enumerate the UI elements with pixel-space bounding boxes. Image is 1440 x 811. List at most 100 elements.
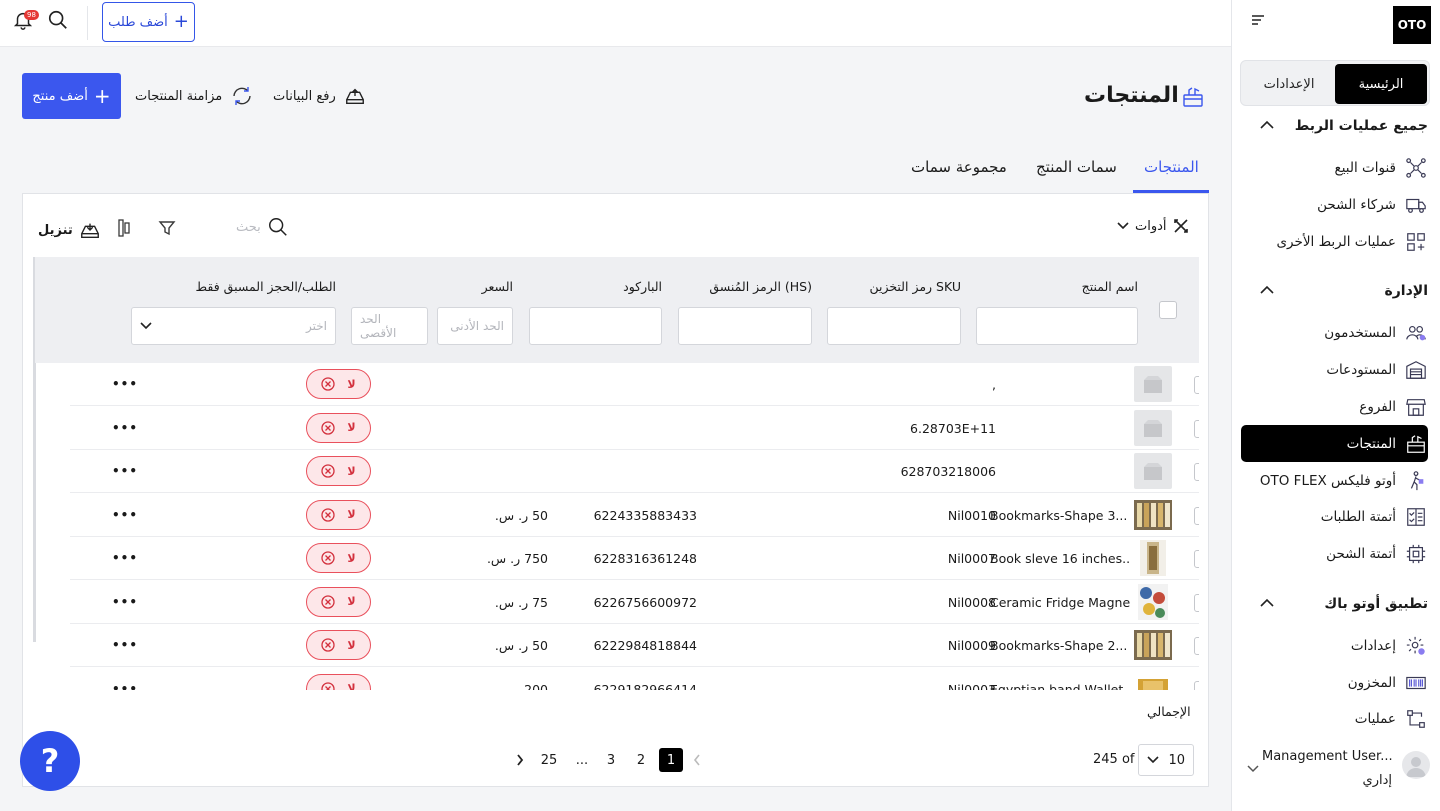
row-checkbox[interactable]: [1194, 550, 1199, 568]
tab-home[interactable]: الرئيسية: [1335, 64, 1427, 104]
per-page-select[interactable]: 10: [1138, 744, 1194, 776]
product-name-cell[interactable]: Bookmarks-Shape 2...: [990, 638, 1130, 653]
table-row[interactable]: Bookmarks-Shape 3... Nil0010 62243358834…: [70, 494, 1199, 537]
sku-filter-input[interactable]: [827, 307, 961, 345]
search-input[interactable]: بحث: [236, 220, 261, 235]
select-all-checkbox[interactable]: [1159, 301, 1177, 319]
product-thumbnail: [1134, 540, 1172, 576]
prev-page-button[interactable]: [685, 748, 709, 772]
tab-attribute-groups[interactable]: مجموعة سمات: [911, 158, 1007, 176]
add-product-button[interactable]: أضف منتج +: [22, 73, 121, 119]
table-row[interactable]: Bookmarks-Shape 2... Nil0009 62229848188…: [70, 624, 1199, 667]
sidebar-item-inventory[interactable]: المخزون: [1241, 664, 1428, 701]
header-hs: الرمز المُنسق (HS): [709, 279, 812, 294]
tab-settings[interactable]: الإعدادات: [1243, 64, 1335, 104]
row-actions-menu[interactable]: •••: [112, 421, 138, 435]
row-checkbox[interactable]: [1194, 463, 1199, 481]
tab-attributes[interactable]: سمات المنتج: [1036, 158, 1117, 176]
download-button[interactable]: تنزيل: [38, 219, 101, 241]
filter-icon[interactable]: [158, 219, 176, 237]
sync-products-button[interactable]: مزامنة المنتجات: [135, 84, 254, 108]
chevron-up-icon[interactable]: [1260, 120, 1274, 130]
next-page-button[interactable]: [508, 748, 532, 772]
sidebar-item-users[interactable]: المستخدمون: [1241, 314, 1428, 351]
row-actions-menu[interactable]: •••: [112, 682, 138, 691]
search-icon[interactable]: [47, 9, 69, 31]
row-checkbox[interactable]: [1194, 376, 1199, 394]
product-thumbnail: [1134, 409, 1172, 446]
row-actions-menu[interactable]: •••: [112, 508, 138, 522]
columns-icon[interactable]: [117, 219, 131, 237]
sidebar-item-products[interactable]: المنتجات: [1241, 425, 1428, 462]
row-actions-menu[interactable]: •••: [112, 638, 138, 652]
product-name-cell[interactable]: Book sleve 16 inches...: [990, 551, 1130, 566]
table-row[interactable]: Egyptian band Wallet... Nil0003 62291829…: [70, 668, 1199, 691]
preorder-status-badge[interactable]: لا: [306, 412, 371, 443]
chevron-up-icon[interactable]: [1260, 598, 1274, 608]
preorder-status-badge[interactable]: لا: [306, 630, 371, 660]
divider: [87, 6, 88, 40]
chevron-up-icon[interactable]: [1260, 285, 1274, 295]
preorder-status-badge[interactable]: لا: [306, 543, 371, 573]
sidebar-item-other-integrations[interactable]: عمليات الربط الأخرى: [1241, 223, 1428, 260]
preorder-status-badge[interactable]: لا: [306, 456, 371, 486]
row-checkbox[interactable]: [1194, 680, 1199, 690]
table-row[interactable]: 628703218006 لا •••: [70, 450, 1199, 493]
barcode-filter-input[interactable]: [529, 307, 662, 345]
row-checkbox[interactable]: [1194, 506, 1199, 525]
row-checkbox[interactable]: [1194, 637, 1199, 655]
page-1-button[interactable]: 1: [659, 748, 683, 772]
preorder-status-badge[interactable]: لا: [306, 586, 371, 617]
product-name-cell[interactable]: Egyptian band Wallet...: [990, 682, 1130, 691]
order-filter-placeholder: اختر: [306, 319, 327, 333]
table-row[interactable]: , لا •••: [70, 363, 1199, 406]
chevron-down-icon: [140, 322, 152, 330]
menu-toggle-icon[interactable]: [1250, 14, 1266, 28]
sidebar-item-order-automation[interactable]: أتمتة الطلبات: [1241, 498, 1428, 535]
upload-data-button[interactable]: رفع البيانات: [273, 84, 366, 108]
preorder-status-badge[interactable]: لا: [306, 369, 371, 399]
page-2-button[interactable]: 2: [629, 748, 653, 772]
row-actions-menu[interactable]: •••: [112, 464, 138, 478]
product-thumbnail: [1134, 366, 1172, 402]
price-min-input[interactable]: الحد الأدنى: [437, 307, 513, 345]
sku-cell: Nil0007: [947, 551, 996, 566]
page-25-button[interactable]: 25: [537, 748, 561, 772]
sidebar-item-branches[interactable]: الفروع: [1241, 388, 1428, 425]
preorder-status-badge[interactable]: لا: [306, 673, 371, 690]
row-actions-menu[interactable]: •••: [112, 551, 138, 565]
order-filter-select[interactable]: اختر: [131, 307, 336, 345]
price-max-input[interactable]: الحد الأقصى: [351, 307, 428, 345]
section-otopack[interactable]: تطبيق أوتو باك: [1324, 596, 1428, 612]
close-circle-icon: [321, 420, 336, 435]
table-row[interactable]: Book sleve 16 inches... Nil0007 62283163…: [70, 537, 1199, 580]
tools-dropdown[interactable]: أدوات: [1117, 218, 1189, 234]
product-name-cell[interactable]: Bookmarks-Shape 3...: [990, 508, 1130, 523]
row-actions-menu[interactable]: •••: [112, 595, 138, 609]
add-order-button[interactable]: أضف طلب +: [102, 2, 195, 42]
sidebar-item-shipping-automation[interactable]: أتمتة الشحن: [1241, 535, 1428, 572]
row-actions-menu[interactable]: •••: [112, 377, 138, 391]
notification-badge: 98: [24, 10, 39, 20]
box-icon: [1404, 432, 1428, 456]
row-checkbox[interactable]: [1194, 419, 1199, 438]
section-integrations[interactable]: جميع عمليات الربط: [1295, 118, 1428, 134]
sidebar-item-pack-settings[interactable]: إعدادات: [1241, 627, 1428, 664]
user-menu[interactable]: Management User... إداري: [1245, 747, 1430, 797]
sidebar-item-operations[interactable]: عمليات: [1241, 700, 1428, 737]
section-management[interactable]: الإدارة: [1384, 283, 1428, 299]
row-checkbox[interactable]: [1194, 593, 1199, 612]
table-row[interactable]: 6.28703E+11 لا •••: [70, 407, 1199, 450]
help-button[interactable]: ?: [20, 731, 80, 791]
product-name-cell[interactable]: Ceramic Fridge Magnet...: [990, 595, 1130, 610]
sidebar-item-oto-flex[interactable]: أوتو فليكس OTO FLEX: [1241, 462, 1428, 499]
hs-filter-input[interactable]: [678, 307, 812, 345]
sidebar-item-shipping-partners[interactable]: شركاء الشحن: [1241, 186, 1428, 223]
sidebar-item-sales-channels[interactable]: قنوات البيع: [1241, 149, 1428, 186]
name-filter-input[interactable]: [976, 307, 1138, 345]
page-3-button[interactable]: 3: [599, 748, 623, 772]
sidebar-item-warehouses[interactable]: المستودعات: [1241, 351, 1428, 388]
tab-products[interactable]: المنتجات: [1144, 158, 1199, 176]
preorder-status-badge[interactable]: لا: [306, 499, 371, 530]
table-row[interactable]: Ceramic Fridge Magnet... Nil0008 6226756…: [70, 581, 1199, 624]
